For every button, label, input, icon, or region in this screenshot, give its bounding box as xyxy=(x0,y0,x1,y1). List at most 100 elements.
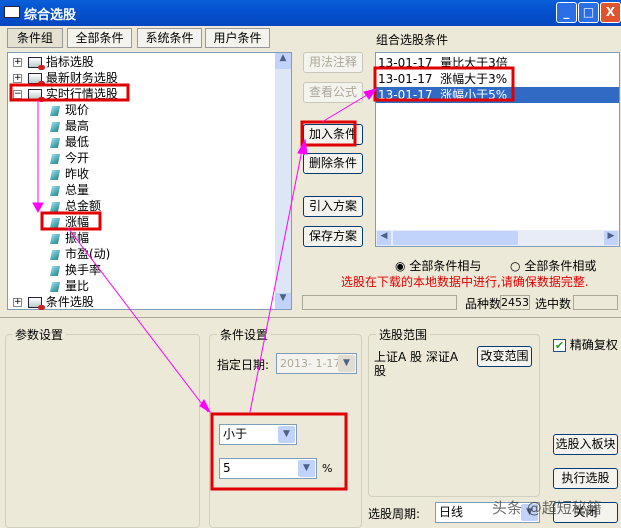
params-group xyxy=(5,334,200,528)
folder-icon xyxy=(28,297,45,310)
unit-label: % xyxy=(322,462,333,475)
exact-rights-checkbox[interactable]: ✔ 精确复权 xyxy=(553,336,618,353)
tree-leaf[interactable]: 市盈(动) xyxy=(49,246,291,262)
save-scheme-button[interactable]: 保存方案 xyxy=(303,226,363,247)
tree-group-label: 指标选股 xyxy=(45,55,94,69)
close-window-button[interactable]: X xyxy=(600,2,621,23)
scroll-down-icon[interactable]: ▼ xyxy=(275,293,291,309)
radio-checked-icon: ◉ xyxy=(395,259,406,273)
maximize-button[interactable]: □ xyxy=(578,2,599,23)
chevron-down-icon: ▼ xyxy=(338,355,355,372)
tree-leaf[interactable]: 最低 xyxy=(49,134,291,150)
chevron-down-icon: ▼ xyxy=(298,460,315,477)
selected-count-value xyxy=(573,295,618,310)
radio-unchecked-icon: ○ xyxy=(510,259,521,273)
condition-icon xyxy=(49,249,61,260)
warning-text: 选股在下载的本地数据中进行,请确保数据完整. xyxy=(341,275,589,289)
tree-leaf[interactable]: 今开 xyxy=(49,150,291,166)
window-title: 综合选股 xyxy=(24,8,77,23)
scroll-up-icon[interactable]: ▲ xyxy=(275,53,291,69)
combo-conditions-list[interactable]: 13-01-17 量比大于3倍 13-01-17 涨幅大于3% 13-01-17 涨… xyxy=(375,52,620,247)
tree-leaf[interactable]: 昨收 xyxy=(49,166,291,182)
minimize-button[interactable]: _ xyxy=(556,2,577,23)
operator-select[interactable]: 小于 ▼ xyxy=(219,424,297,445)
combo-conditions-title: 组合选股条件 xyxy=(376,33,449,47)
tree-leaf-label: 换手率 xyxy=(65,263,102,277)
add-condition-button[interactable]: 加入条件 xyxy=(303,124,363,145)
checkmark-icon: ✔ xyxy=(553,339,566,352)
tree-leaf-label: 涨幅 xyxy=(65,215,90,229)
usage-notes-button[interactable]: 用法注释 xyxy=(303,52,363,73)
radio-label: 全部条件相与 xyxy=(409,259,482,273)
date-label: 指定日期: xyxy=(217,358,270,372)
tree-group-conditional[interactable]: + 条件选股 xyxy=(13,294,291,310)
delete-condition-button[interactable]: 删除条件 xyxy=(303,153,363,174)
combo-condition-item[interactable]: 13-01-17 涨幅大于3% xyxy=(376,71,619,87)
tree-leaf-label: 总量 xyxy=(65,183,90,197)
collapse-icon[interactable]: − xyxy=(13,90,22,99)
folder-icon xyxy=(28,73,45,86)
scroll-thumb[interactable] xyxy=(393,231,518,245)
tab-user-conditions[interactable]: 用户条件 xyxy=(205,28,270,48)
tree-leaf[interactable]: 现价 xyxy=(49,102,291,118)
period-label: 选股周期: xyxy=(368,507,421,521)
checkbox-label: 精确复权 xyxy=(569,338,618,352)
combo-condition-item[interactable]: 13-01-17 涨幅小于5% xyxy=(376,87,619,103)
tree-group-indicator[interactable]: + 指标选股 xyxy=(13,54,291,70)
tree-leaf-label: 最低 xyxy=(65,135,90,149)
title-bar: 综合选股 _ □ X xyxy=(0,0,621,26)
condition-title: 条件设置 xyxy=(217,326,272,343)
tree-scrollbar[interactable]: ▲ ▼ xyxy=(275,53,291,309)
count-label: 品种数 xyxy=(465,297,502,311)
tab-condition-group[interactable]: 条件组 xyxy=(7,28,63,48)
radio-all-or[interactable]: ○ 全部条件相或 xyxy=(510,257,596,274)
folder-icon xyxy=(28,57,45,70)
condition-icon xyxy=(49,137,61,148)
radio-all-and[interactable]: ◉ 全部条件相与 xyxy=(395,257,481,274)
date-select[interactable]: 2013- 1-17 ▼ xyxy=(276,353,357,374)
tree-leaf[interactable]: 量比 xyxy=(49,278,291,294)
scroll-right-icon[interactable]: ▶ xyxy=(604,231,618,245)
view-formula-button[interactable]: 查看公式 xyxy=(303,82,363,103)
tree-leaf[interactable]: 涨幅 xyxy=(49,214,291,230)
tab-system-conditions[interactable]: 系统条件 xyxy=(137,28,202,48)
folder-icon xyxy=(28,89,45,102)
value-select[interactable]: 5 ▼ xyxy=(219,458,317,479)
execute-button[interactable]: 执行选股 xyxy=(553,468,618,489)
condition-icon xyxy=(49,265,61,276)
tree-leaf-label: 量比 xyxy=(65,279,90,293)
tree-leaf-label: 现价 xyxy=(65,103,90,117)
tree-leaf-label: 昨收 xyxy=(65,167,90,181)
tree-leaf[interactable]: 振幅 xyxy=(49,230,291,246)
add-to-block-button[interactable]: 选股入板块 xyxy=(553,434,618,455)
expand-icon[interactable]: + xyxy=(13,298,22,307)
tree-leaf-label: 今开 xyxy=(65,151,90,165)
change-scope-button[interactable]: 改变范围 xyxy=(477,346,532,367)
import-scheme-button[interactable]: 引入方案 xyxy=(303,196,363,217)
condition-icon xyxy=(49,201,61,212)
watermark: 头条 @超短秘籍 xyxy=(492,499,602,517)
tree-leaf-label: 总金额 xyxy=(65,199,102,213)
condition-icon xyxy=(49,233,61,244)
scope-text: 上证A 股 深证A 股 xyxy=(374,350,459,378)
expand-icon[interactable]: + xyxy=(13,74,22,83)
tree-leaf[interactable]: 总量 xyxy=(49,182,291,198)
condition-tree[interactable]: + 指标选股 + 最新财务选股 − 实时行情选股 现价 最高 最低今开昨收总量总金额… xyxy=(7,52,292,310)
tree-group-financial[interactable]: + 最新财务选股 xyxy=(13,70,291,86)
combo-condition-item[interactable]: 13-01-17 量比大于3倍 xyxy=(376,55,619,71)
chevron-down-icon: ▼ xyxy=(278,426,295,443)
list-hscrollbar[interactable]: ◀ ▶ xyxy=(376,230,619,246)
scroll-left-icon[interactable]: ◀ xyxy=(377,231,391,245)
app-icon xyxy=(4,6,20,18)
condition-icon xyxy=(49,217,61,228)
tree-leaf[interactable]: 最高 xyxy=(49,118,291,134)
tree-group-realtime[interactable]: − 实时行情选股 xyxy=(13,86,291,102)
tree-leaf[interactable]: 换手率 xyxy=(49,262,291,278)
tree-group-label: 实时行情选股 xyxy=(45,87,118,101)
tree-leaf-label: 市盈(动) xyxy=(65,247,111,261)
tab-all-conditions[interactable]: 全部条件 xyxy=(67,28,132,48)
condition-icon xyxy=(49,281,61,292)
tree-leaf[interactable]: 总金额 xyxy=(49,198,291,214)
expand-icon[interactable]: + xyxy=(13,58,22,67)
condition-icon xyxy=(49,105,61,116)
